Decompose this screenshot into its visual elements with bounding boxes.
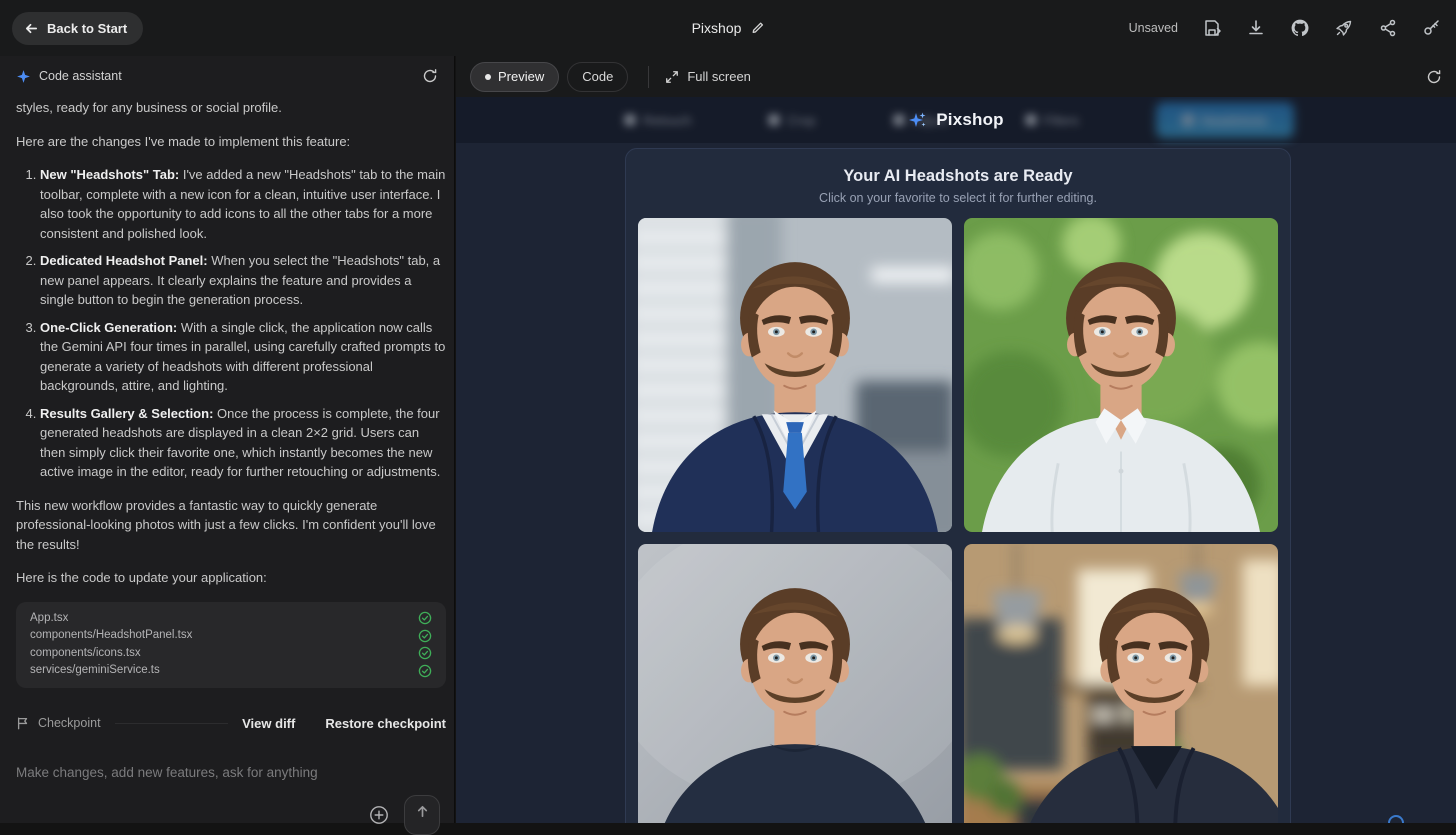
message-changes-intro: Here are the changes I've made to implem… [16,133,351,149]
send-button[interactable] [404,795,440,835]
preview-refresh-icon[interactable] [1426,69,1442,85]
results-heading: Your AI Headshots are Ready [843,167,1073,185]
spark-icon [16,69,31,84]
download-icon[interactable] [1246,18,1266,38]
check-circle-icon [418,611,432,625]
change-item: Dedicated Headshot Panel: When you selec… [40,251,446,310]
pixshop-sparkle-icon [908,110,928,130]
message-closing: This new workflow provides a fantastic w… [16,497,436,552]
back-to-start-button[interactable]: Back to Start [12,11,144,45]
refresh-icon[interactable] [422,68,438,84]
divider [648,65,650,88]
back-to-start-label: Back to Start [47,20,128,36]
view-diff-button[interactable]: View diff [242,714,295,734]
generated-file-row[interactable]: services/geminiService.ts [30,662,432,680]
message-code-intro: Here is the code to update your applicat… [16,570,267,585]
change-item: One-Click Generation: With a single clic… [40,318,446,396]
full-screen-icon [665,70,679,84]
message-intro-fragment: styles, ready for any business or social… [16,100,282,115]
headshot-outdoor[interactable] [964,218,1278,532]
checkpoint-label: Checkpoint [38,715,101,730]
preview-panel: Preview Code Full screen Retouch Crop Adju… [456,56,1456,823]
generated-file-row[interactable]: components/HeadshotPanel.tsx [30,627,432,645]
check-circle-icon [418,646,432,660]
selected-dot [485,73,491,80]
tab-code-label: Code [582,69,614,84]
divider [114,722,229,724]
api-key-icon[interactable] [1422,18,1442,38]
checkpoint-row: Checkpoint View diff Restore checkpoint [16,714,446,734]
tab-code[interactable]: Code [567,61,629,92]
back-arrow-icon [24,21,39,36]
check-circle-icon [418,629,432,643]
app-viewport: Retouch Crop Adjust Filters Headshots Pixsho… [456,97,1456,823]
watermark-badge-icon [1388,815,1404,823]
project-title: Pixshop [691,20,742,36]
composer[interactable]: Make changes, add new features, ask for … [0,745,454,835]
generated-file-row[interactable]: components/icons.tsx [30,645,432,663]
generated-file-row[interactable]: App.tsx [30,610,432,628]
tab-preview-label: Preview [498,69,545,84]
assistant-message: styles, ready for any business or social… [0,96,454,745]
flag-icon [16,716,30,730]
deploy-rocket-icon[interactable] [1334,18,1354,38]
headshot-grid [638,218,1278,823]
change-item: Results Gallery & Selection: Once the pr… [40,404,446,482]
top-bar: Back to Start Pixshop Unsaved [0,0,1456,56]
generated-files-card: App.tsx components/HeadshotPanel.tsx compo… [16,601,446,688]
restore-checkpoint-button[interactable]: Restore checkpoint [325,714,446,734]
headshot-loft[interactable] [964,544,1278,823]
unsaved-status: Unsaved [1128,21,1178,35]
app-title: Pixshop [936,110,1004,129]
composer-placeholder: Make changes, add new features, ask for … [16,765,318,780]
headshot-studio[interactable] [638,544,952,823]
headshot-office[interactable] [638,218,952,532]
github-icon[interactable] [1290,18,1310,38]
changes-list: New "Headshots" Tab: I've added a new "H… [18,165,446,482]
code-assistant-panel: Code assistant styles, ready for any bus… [0,56,455,835]
preview-toolbar: Preview Code Full screen [456,56,1456,97]
app-sticky-header: Pixshop [456,97,1456,143]
tab-preview[interactable]: Preview [470,61,560,92]
full-screen-button[interactable]: Full screen [665,69,751,84]
headshot-results-card: Your AI Headshots are Ready Click on you… [625,148,1291,823]
change-item: New "Headshots" Tab: I've added a new "H… [40,165,446,243]
full-screen-label: Full screen [687,69,751,84]
share-icon[interactable] [1378,18,1398,38]
assistant-title: Code assistant [39,69,122,83]
rename-pencil-icon[interactable] [750,21,764,35]
check-circle-icon [418,664,432,678]
results-subheading: Click on your favorite to select it for … [819,191,1097,205]
save-icon[interactable] [1202,18,1222,38]
